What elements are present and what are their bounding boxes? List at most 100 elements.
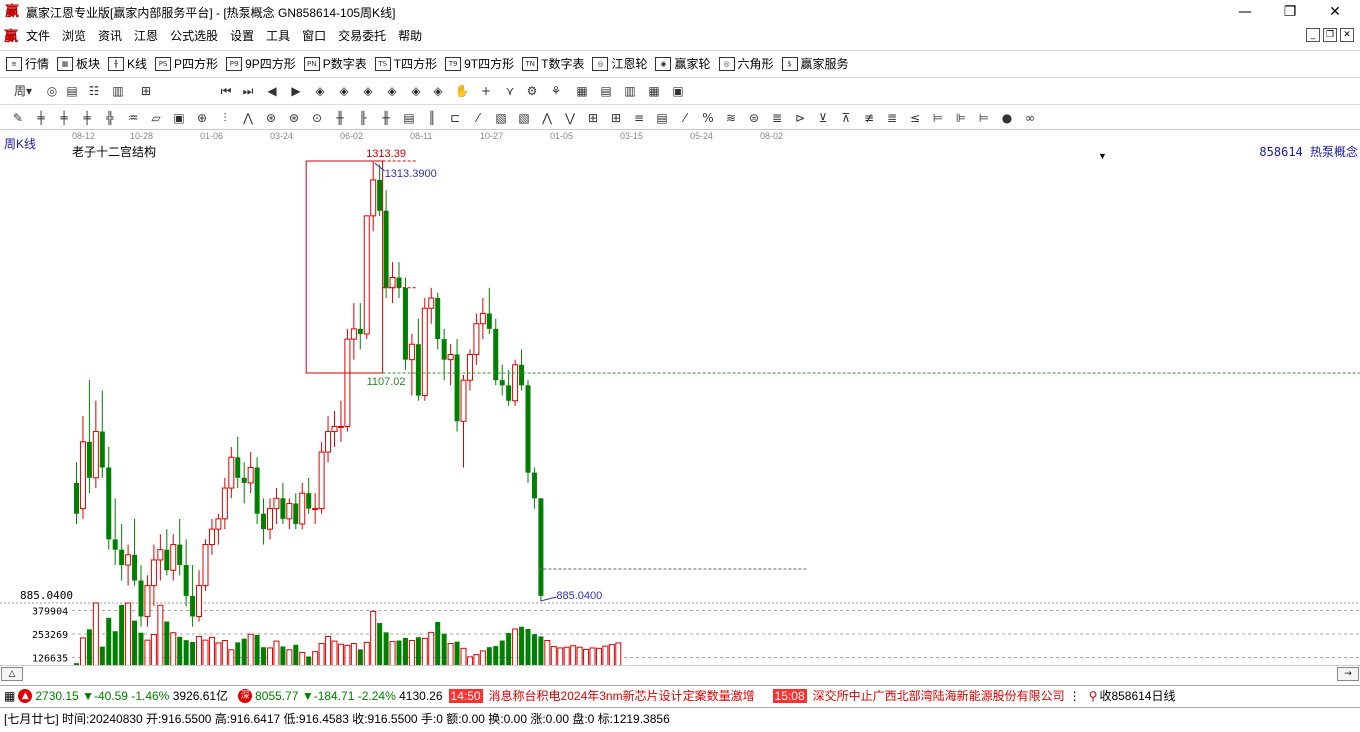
scroll-right-button[interactable]: →	[1337, 667, 1359, 681]
draw-tool-19-icon[interactable]: ⊏	[447, 110, 463, 126]
draw-tool-25-icon[interactable]: ⊞	[585, 110, 601, 126]
minimize-button[interactable]: —	[1222, 0, 1268, 24]
nav-tool-3-icon[interactable]: ▥	[110, 83, 126, 99]
kline-chart[interactable]: 08-12 10-28 01-06 03-24 06-02 08-11 10-27 01-05…	[0, 131, 1360, 665]
draw-tool-6-icon[interactable]: ▱	[148, 110, 164, 126]
nav-tool-17-icon[interactable]: ⋎	[502, 83, 518, 99]
draw-tool-20-icon[interactable]: ⁄	[470, 110, 486, 126]
calc-icon[interactable]: ▦	[4, 689, 15, 703]
draw-tool-3-icon[interactable]: ╪	[79, 110, 95, 126]
toolbar-button-1[interactable]: ▦ 板块	[57, 55, 100, 72]
toolbar-button-6[interactable]: TS T四方形	[374, 55, 437, 72]
nav-tool-18-icon[interactable]: ⚙	[524, 83, 540, 99]
draw-tool-15-icon[interactable]: ╟	[355, 110, 371, 126]
ticker-scroll-icon[interactable]: ⋮	[1069, 689, 1081, 703]
draw-tool-35-icon[interactable]: ⊻	[815, 110, 831, 126]
toolbar-button-3[interactable]: PS P四方形	[155, 55, 218, 72]
scroll-left-button[interactable]: △	[1, 667, 23, 681]
menu-item-6[interactable]: 工具	[260, 24, 296, 48]
nav-tool-9-icon[interactable]: ◈	[312, 83, 328, 99]
draw-tool-43-icon[interactable]: ●	[999, 110, 1015, 126]
menu-item-8[interactable]: 交易委托	[332, 24, 392, 48]
child-minimize-button[interactable]: _	[1306, 28, 1320, 42]
draw-tool-16-icon[interactable]: ╫	[378, 110, 394, 126]
nav-tool-11-icon[interactable]: ◈	[360, 83, 376, 99]
alarm-icon[interactable]: ⚲	[1089, 689, 1098, 703]
nav-tool-20-icon[interactable]: ▦	[574, 83, 590, 99]
draw-tool-32-icon[interactable]: ⊜	[746, 110, 762, 126]
draw-tool-33-icon[interactable]: ≣	[769, 110, 785, 126]
toolbar-button-0[interactable]: ≡ 行情	[6, 55, 49, 72]
nav-tool-13-icon[interactable]: ◈	[408, 83, 424, 99]
menu-item-3[interactable]: 江恩	[128, 24, 164, 48]
nav-tool-8-icon[interactable]: ▶	[288, 83, 304, 99]
draw-tool-23-icon[interactable]: ⋀	[539, 110, 555, 126]
toolbar-button-8[interactable]: TN T数字表	[522, 55, 584, 72]
child-restore-button[interactable]: ❐	[1323, 28, 1337, 42]
nav-tool-10-icon[interactable]: ◈	[336, 83, 352, 99]
draw-tool-24-icon[interactable]: ⋁	[562, 110, 578, 126]
nav-tool-5-icon[interactable]: ⏮	[218, 83, 234, 99]
draw-tool-9-icon[interactable]: ⫶	[217, 110, 233, 126]
nav-tool-0-icon[interactable]: ◎	[44, 83, 60, 99]
kline-chart-panel[interactable]: 08-12 10-28 01-06 03-24 06-02 08-11 10-27 01-05…	[0, 131, 1360, 681]
draw-tool-21-icon[interactable]: ▧	[493, 110, 509, 126]
draw-tool-40-icon[interactable]: ⊨	[930, 110, 946, 126]
draw-tool-18-icon[interactable]: ║	[424, 110, 440, 126]
toolbar-button-2[interactable]: ╫ K线	[108, 55, 147, 72]
draw-tool-22-icon[interactable]: ▧	[516, 110, 532, 126]
draw-tool-28-icon[interactable]: ▤	[654, 110, 670, 126]
nav-tool-15-icon[interactable]: ✋	[454, 83, 470, 99]
toolbar-button-9[interactable]: ◎ 江恩轮	[592, 55, 647, 72]
draw-tool-42-icon[interactable]: ⊨	[976, 110, 992, 126]
toolbar-button-4[interactable]: P9 9P四方形	[226, 55, 296, 72]
menu-item-2[interactable]: 资讯	[92, 24, 128, 48]
draw-tool-5-icon[interactable]: ♒	[125, 110, 141, 126]
draw-tool-7-icon[interactable]: ▣	[171, 110, 187, 126]
toolbar-button-12[interactable]: $ 赢家服务	[781, 55, 849, 72]
chart-scrollbar[interactable]: △ →	[0, 665, 1360, 681]
nav-tool-6-icon[interactable]: ⏭	[240, 83, 256, 99]
nav-tool-24-icon[interactable]: ▣	[670, 83, 686, 99]
draw-tool-8-icon[interactable]: ⊕	[194, 110, 210, 126]
draw-tool-44-icon[interactable]: ∞	[1022, 110, 1038, 126]
draw-tool-34-icon[interactable]: ⊳	[792, 110, 808, 126]
nav-tool-1-icon[interactable]: ▤	[64, 83, 80, 99]
nav-tool-21-icon[interactable]: ▤	[598, 83, 614, 99]
draw-tool-17-icon[interactable]: ▤	[401, 110, 417, 126]
draw-tool-36-icon[interactable]: ⊼	[838, 110, 854, 126]
draw-tool-0-icon[interactable]: ✎	[10, 110, 26, 126]
news1-text[interactable]: 消息称台积电2024年3nm新芯片设计定案数量激增	[489, 687, 755, 704]
nav-tool-2-icon[interactable]: ☷	[86, 83, 102, 99]
toolbar-button-7[interactable]: T9 9T四方形	[445, 55, 514, 72]
dropdown-arrow-icon[interactable]: ▼	[1098, 151, 1107, 161]
toolbar-button-10[interactable]: ◉ 赢家轮	[655, 55, 711, 72]
draw-tool-37-icon[interactable]: ≢	[861, 110, 877, 126]
nav-tool-23-icon[interactable]: ▦	[646, 83, 662, 99]
news2-text[interactable]: 深交所中止广西北部湾陆海新能源股份有限公司	[813, 687, 1065, 704]
draw-tool-10-icon[interactable]: ⋀	[240, 110, 256, 126]
draw-tool-27-icon[interactable]: ≡	[631, 110, 647, 126]
draw-tool-11-icon[interactable]: ⊛	[263, 110, 279, 126]
nav-tool-22-icon[interactable]: ▥	[622, 83, 638, 99]
menu-item-1[interactable]: 浏览	[56, 24, 92, 48]
draw-tool-41-icon[interactable]: ⊫	[953, 110, 969, 126]
menu-item-5[interactable]: 设置	[224, 24, 260, 48]
close-button[interactable]: ✕	[1312, 0, 1358, 24]
nav-tool-19-icon[interactable]: ⚘	[548, 83, 564, 99]
draw-tool-31-icon[interactable]: ≋	[723, 110, 739, 126]
draw-tool-26-icon[interactable]: ⊞	[608, 110, 624, 126]
draw-tool-38-icon[interactable]: ≣	[884, 110, 900, 126]
draw-tool-14-icon[interactable]: ╫	[332, 110, 348, 126]
child-close-button[interactable]: ✕	[1340, 28, 1354, 42]
menu-item-9[interactable]: 帮助	[392, 24, 428, 48]
toolbar-button-11[interactable]: ◎ 六角形	[718, 55, 774, 72]
draw-tool-12-icon[interactable]: ⊛	[286, 110, 302, 126]
nav-tool-4-icon[interactable]: ⊞	[138, 83, 154, 99]
nav-tool-16-icon[interactable]: +	[478, 83, 494, 99]
menu-item-0[interactable]: 文件	[20, 24, 56, 48]
draw-tool-1-icon[interactable]: ╪	[33, 110, 49, 126]
menu-item-4[interactable]: 公式选股	[164, 24, 224, 48]
nav-tool-14-icon[interactable]: ◈	[430, 83, 446, 99]
draw-tool-4-icon[interactable]: ╬	[102, 110, 118, 126]
